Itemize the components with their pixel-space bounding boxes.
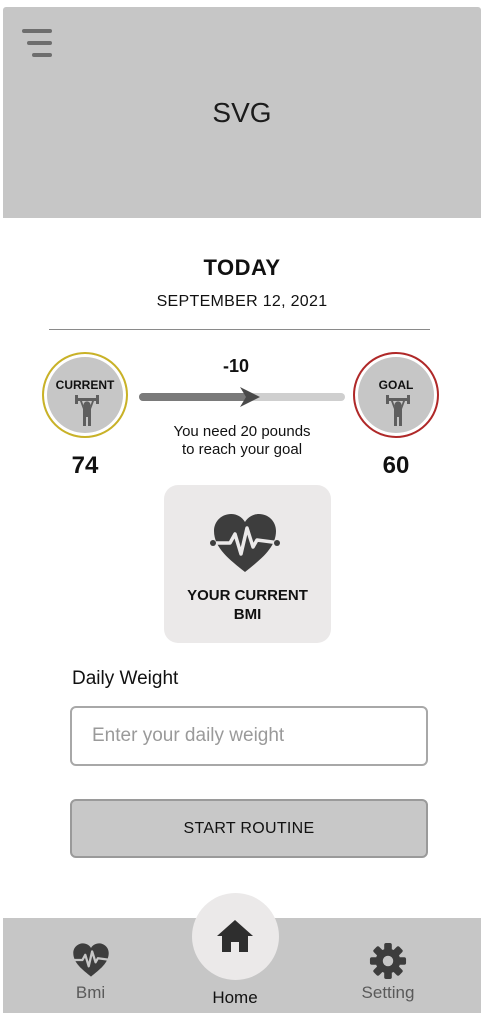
nav-item-setting[interactable]: Setting <box>348 918 428 1013</box>
goal-label: GOAL <box>378 378 414 392</box>
header-title: SVG <box>212 97 272 128</box>
weightlifter-icon <box>75 395 99 426</box>
goal-weight-value: 60 <box>382 452 410 479</box>
arrow-right-icon <box>240 387 261 407</box>
bmi-card-line1: YOUR CURRENT <box>187 587 308 604</box>
heart-pulse-icon <box>70 943 111 977</box>
goal-weight-badge: GOAL <box>353 352 439 438</box>
app-header: SVG <box>3 7 481 218</box>
gear-icon <box>369 942 407 980</box>
current-label: CURRENT <box>55 378 115 392</box>
menu-button[interactable] <box>21 25 57 61</box>
start-routine-button[interactable]: START ROUTINE <box>70 799 428 858</box>
today-date: SEPTEMBER 12, 2021 <box>156 293 328 310</box>
goal-message-line2: to reach your goal <box>181 441 303 458</box>
heart-pulse-icon <box>210 514 280 572</box>
home-icon <box>217 920 253 952</box>
current-weight-badge: CURRENT <box>42 352 128 438</box>
bmi-card[interactable]: YOUR CURRENT BMI <box>164 485 331 643</box>
progress-track <box>139 387 345 407</box>
bmi-card-line2: BMI <box>233 606 262 623</box>
progress-fill <box>139 393 253 401</box>
divider <box>49 329 430 330</box>
nav-item-bmi[interactable]: Bmi <box>53 918 128 1013</box>
bmi-card-label: YOUR CURRENT BMI <box>164 586 331 624</box>
goal-message: You need 20 pounds to reach your goal <box>140 423 344 459</box>
home-screen: SVG TODAY SEPTEMBER 12, 2021 CURRENT 74 … <box>0 0 484 1013</box>
today-title: TODAY <box>203 255 281 280</box>
nav-label-bmi: Bmi <box>75 983 106 1002</box>
goal-message-line1: You need 20 pounds <box>173 423 311 440</box>
nav-label-setting: Setting <box>361 983 415 1002</box>
nav-label-home: Home <box>212 988 258 1007</box>
current-weight-value: 74 <box>71 452 99 479</box>
hamburger-menu-icon <box>22 29 52 57</box>
daily-weight-label: Daily Weight <box>72 668 179 689</box>
daily-weight-input[interactable] <box>70 706 428 766</box>
weight-difference: -10 <box>222 356 249 376</box>
nav-item-home[interactable] <box>192 893 279 980</box>
weightlifter-icon <box>386 395 410 426</box>
